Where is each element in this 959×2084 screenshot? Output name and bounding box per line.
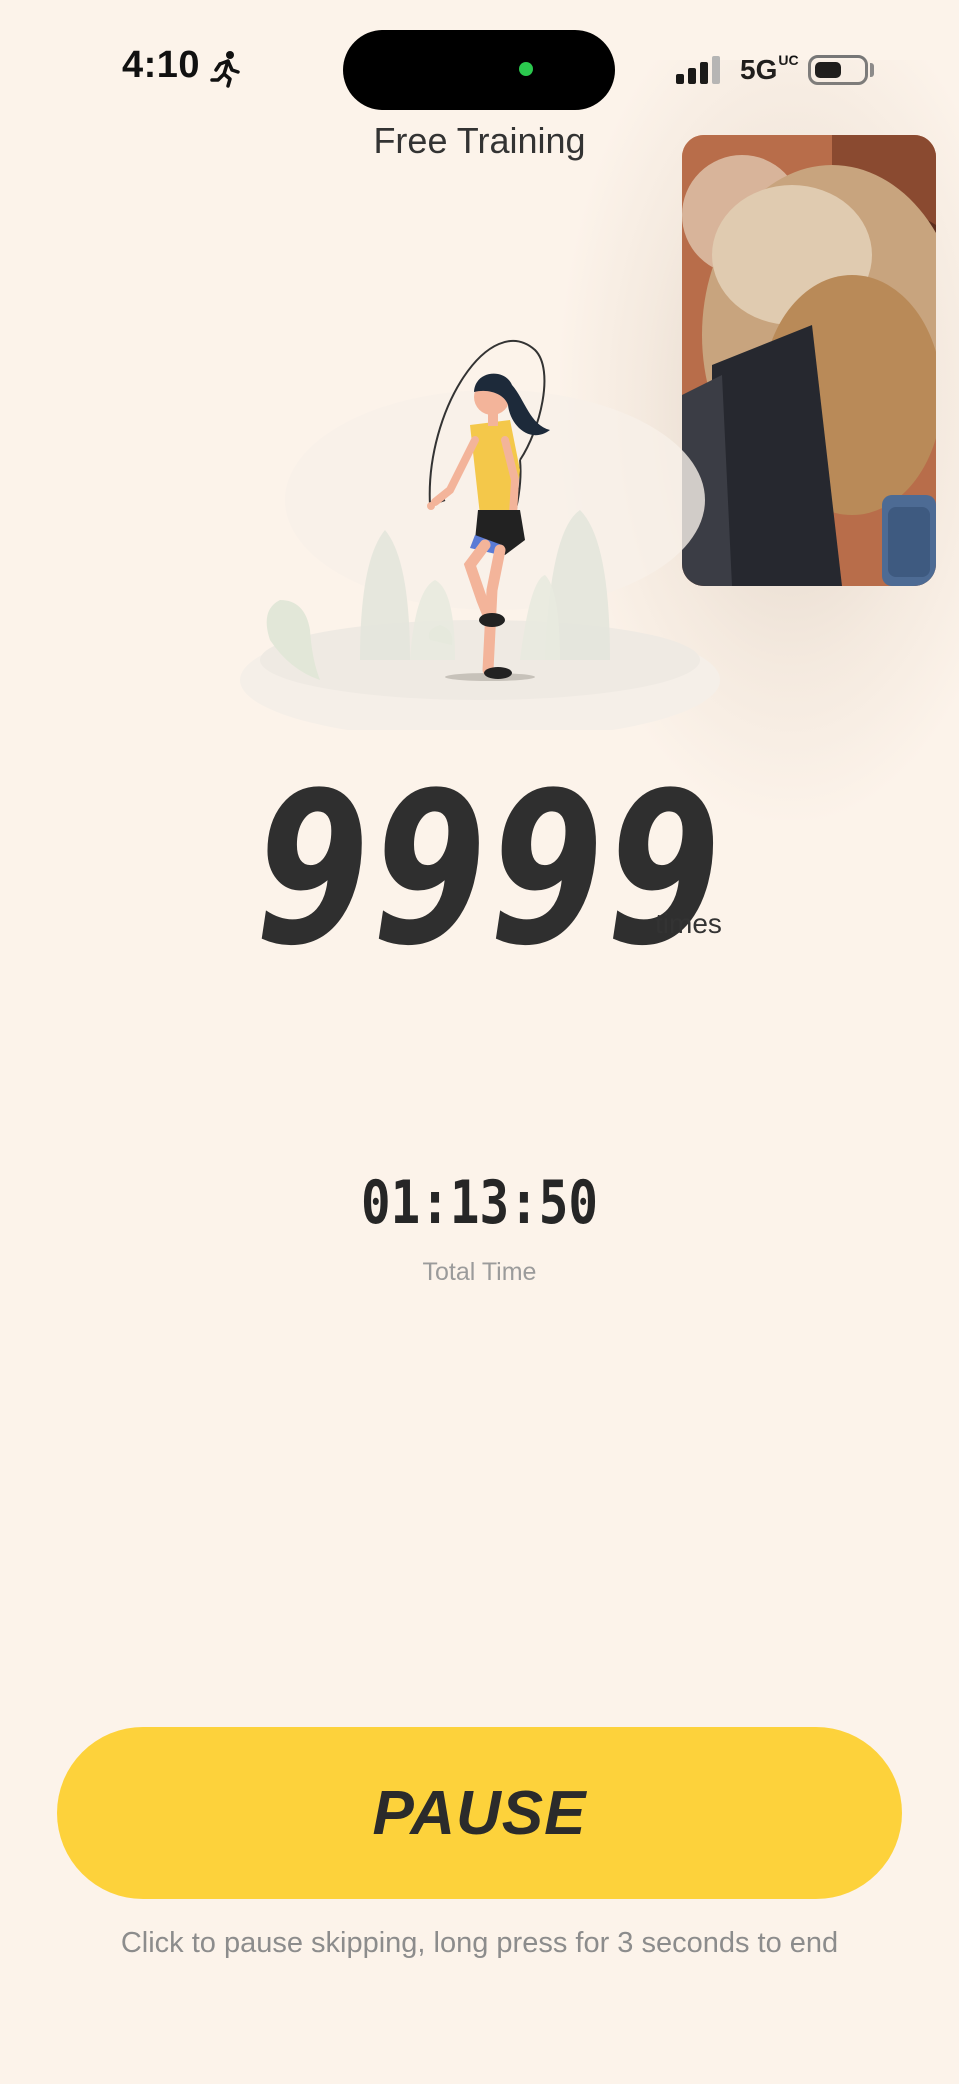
jump-rope-illustration — [240, 340, 720, 730]
running-person-icon — [210, 51, 240, 88]
pause-button[interactable]: PAUSE — [57, 1727, 902, 1899]
jump-count-unit: times — [655, 908, 722, 939]
camera-indicator-dot — [519, 62, 533, 76]
jump-counter: 9999 times — [0, 747, 959, 992]
status-time: 4:10 — [122, 44, 201, 86]
total-time-label: Total Time — [422, 1258, 537, 1286]
pause-hint: Click to pause skipping, long press for … — [120, 1927, 839, 1959]
jump-count-value: 9999 — [255, 747, 724, 992]
pause-button-label: PAUSE — [372, 1778, 587, 1848]
total-time-value: 01:13:50 — [361, 1168, 598, 1238]
